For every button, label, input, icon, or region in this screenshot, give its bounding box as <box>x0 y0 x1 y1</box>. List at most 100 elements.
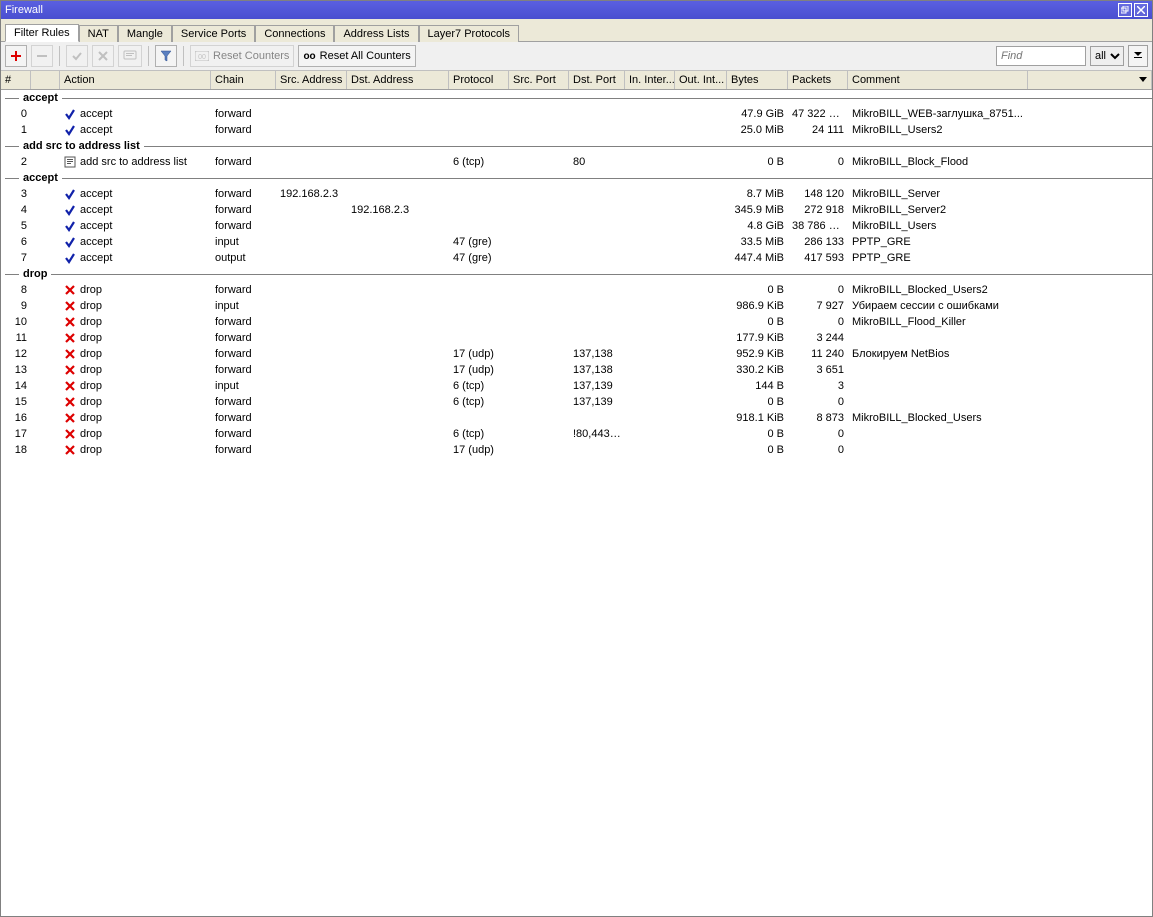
cell-chain: forward <box>211 396 276 408</box>
rule-row[interactable]: 16dropforward918.1 KiB8 873MikroBILL_Blo… <box>1 410 1152 426</box>
tab-nat[interactable]: NAT <box>79 25 118 42</box>
rule-row[interactable]: 1acceptforward25.0 MiB24 111MikroBILL_Us… <box>1 122 1152 138</box>
rule-row[interactable]: 15dropforward6 (tcp)137,1390 B0 <box>1 394 1152 410</box>
rule-row[interactable]: 11dropforward177.9 KiB3 244 <box>1 330 1152 346</box>
window-title: Firewall <box>5 1 1116 19</box>
cell-index: 8 <box>1 284 31 296</box>
rule-row[interactable]: 3acceptforward192.168.2.38.7 MiB148 120M… <box>1 186 1152 202</box>
cell-chain: forward <box>211 156 276 168</box>
restore-icon <box>1121 6 1129 14</box>
remove-button[interactable] <box>31 45 53 67</box>
col-dst[interactable]: Dst. Address <box>347 71 449 89</box>
cell-chain: forward <box>211 348 276 360</box>
cell-bytes: 918.1 KiB <box>727 412 788 424</box>
tab-filter-rules[interactable]: Filter Rules <box>5 24 79 42</box>
col-chain[interactable]: Chain <box>211 71 276 89</box>
cell-comment: MikroBILL_Block_Flood <box>848 156 1028 168</box>
cell-action: drop <box>60 284 211 296</box>
titlebar: Firewall <box>1 1 1152 19</box>
drop-icon <box>64 396 76 408</box>
col-action[interactable]: Action <box>60 71 211 89</box>
cell-index: 2 <box>1 156 31 168</box>
cell-chain: forward <box>211 364 276 376</box>
restore-button[interactable] <box>1118 3 1132 17</box>
col-flag[interactable] <box>31 71 60 89</box>
cell-index: 1 <box>1 124 31 136</box>
cell-packets: 3 244 <box>788 332 848 344</box>
cell-index: 0 <box>1 108 31 120</box>
enable-button[interactable] <box>66 45 88 67</box>
cell-index: 5 <box>1 220 31 232</box>
rule-row[interactable]: 5acceptforward4.8 GiB38 786 156MikroBILL… <box>1 218 1152 234</box>
cell-action: drop <box>60 316 211 328</box>
cell-chain: forward <box>211 108 276 120</box>
filter-button[interactable] <box>155 45 177 67</box>
rule-row[interactable]: 18dropforward17 (udp)0 B0 <box>1 442 1152 458</box>
drop-icon <box>64 428 76 440</box>
cell-index: 9 <box>1 300 31 312</box>
rule-row[interactable]: 17dropforward6 (tcp)!80,443,8...0 B0 <box>1 426 1152 442</box>
rule-row[interactable]: 0acceptforward47.9 GiB47 322 933MikroBIL… <box>1 106 1152 122</box>
col-protocol[interactable]: Protocol <box>449 71 509 89</box>
cell-protocol: 6 (tcp) <box>449 428 509 440</box>
separator <box>148 46 149 66</box>
rule-row[interactable]: 8dropforward0 B0MikroBILL_Blocked_Users2 <box>1 282 1152 298</box>
col-comment[interactable]: Comment <box>848 71 1028 89</box>
cell-chain: forward <box>211 188 276 200</box>
tab-connections[interactable]: Connections <box>255 25 334 42</box>
cell-index: 4 <box>1 204 31 216</box>
tab-service-ports[interactable]: Service Ports <box>172 25 255 42</box>
col-in-if[interactable]: In. Inter... <box>625 71 675 89</box>
cell-packets: 7 927 <box>788 300 848 312</box>
cell-dport: 137,138 <box>569 364 625 376</box>
col-bytes[interactable]: Bytes <box>727 71 788 89</box>
rule-row[interactable]: 12dropforward17 (udp)137,138952.9 KiB11 … <box>1 346 1152 362</box>
cell-chain: forward <box>211 428 276 440</box>
tab-layer7-protocols[interactable]: Layer7 Protocols <box>419 25 520 42</box>
rule-row[interactable]: 6acceptinput47 (gre)33.5 MiB286 133PPTP_… <box>1 234 1152 250</box>
rule-row[interactable]: 14dropinput6 (tcp)137,139144 B3 <box>1 378 1152 394</box>
rule-row[interactable]: 13dropforward17 (udp)137,138330.2 KiB3 6… <box>1 362 1152 378</box>
grid-body: accept0acceptforward47.9 GiB47 322 933Mi… <box>1 90 1152 458</box>
cell-dport: 80 <box>569 156 625 168</box>
disable-button[interactable] <box>92 45 114 67</box>
reset-all-counters-button[interactable]: oo Reset All Counters <box>298 45 415 67</box>
cell-action: accept <box>60 204 211 216</box>
grid-header: # Action Chain Src. Address Dst. Address… <box>1 71 1152 90</box>
rule-row[interactable]: 10dropforward0 B0MikroBILL_Flood_Killer <box>1 314 1152 330</box>
counter-all-icon: oo <box>303 51 315 62</box>
col-src[interactable]: Src. Address <box>276 71 347 89</box>
filter-select[interactable]: all <box>1090 46 1124 66</box>
cell-bytes: 4.8 GiB <box>727 220 788 232</box>
cell-bytes: 47.9 GiB <box>727 108 788 120</box>
comment-button[interactable] <box>118 45 142 67</box>
col-index[interactable]: # <box>1 71 31 89</box>
reset-counters-button[interactable]: 00 Reset Counters <box>190 45 294 67</box>
cell-index: 13 <box>1 364 31 376</box>
tab-mangle[interactable]: Mangle <box>118 25 172 42</box>
col-dport[interactable]: Dst. Port <box>569 71 625 89</box>
cell-chain: forward <box>211 412 276 424</box>
cell-comment: PPTP_GRE <box>848 236 1028 248</box>
col-out-if[interactable]: Out. Int... <box>675 71 727 89</box>
filter-dropdown-button[interactable] <box>1128 45 1148 67</box>
cell-comment: MikroBILL_Server <box>848 188 1028 200</box>
rule-row[interactable]: 7acceptoutput47 (gre)447.4 MiB417 593PPT… <box>1 250 1152 266</box>
accept-icon <box>64 204 76 216</box>
col-menu[interactable] <box>1028 71 1152 89</box>
rule-row[interactable]: 9dropinput986.9 KiB7 927Убираем сессии с… <box>1 298 1152 314</box>
rule-row[interactable]: 4acceptforward192.168.2.3345.9 MiB272 91… <box>1 202 1152 218</box>
rule-row[interactable]: 2add src to address listforward6 (tcp)80… <box>1 154 1152 170</box>
cell-comment: MikroBILL_Users <box>848 220 1028 232</box>
tab-address-lists[interactable]: Address Lists <box>334 25 418 42</box>
add-button[interactable] <box>5 45 27 67</box>
toolbar: 00 Reset Counters oo Reset All Counters … <box>1 42 1152 71</box>
cell-comment: Блокируем NetBios <box>848 348 1028 360</box>
cell-bytes: 952.9 KiB <box>727 348 788 360</box>
col-packets[interactable]: Packets <box>788 71 848 89</box>
close-button[interactable] <box>1134 3 1148 17</box>
col-sport[interactable]: Src. Port <box>509 71 569 89</box>
find-input[interactable] <box>996 46 1086 66</box>
cell-action: accept <box>60 108 211 120</box>
group-header: accept <box>1 170 1152 186</box>
